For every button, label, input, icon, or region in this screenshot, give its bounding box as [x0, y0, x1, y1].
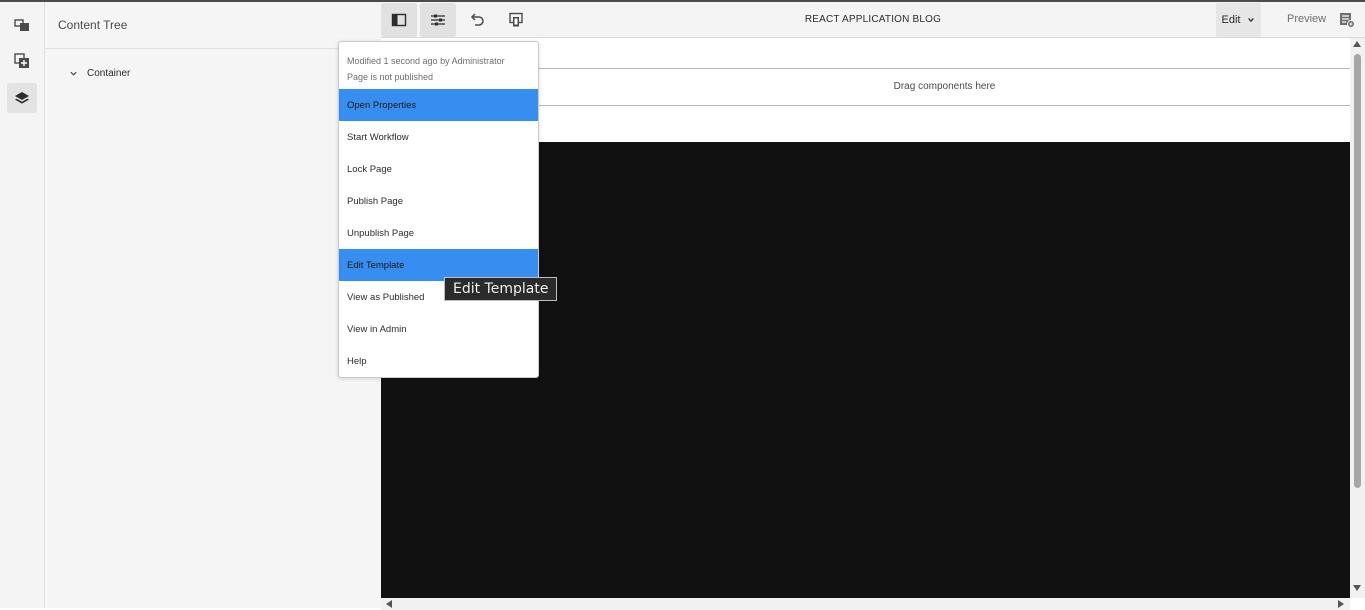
mode-label: Edit — [1221, 14, 1241, 26]
page-properties-icon — [431, 14, 445, 26]
page-information-button[interactable] — [420, 3, 456, 37]
chevron-down-icon — [1248, 17, 1255, 23]
scroll-down-icon[interactable] — [1353, 585, 1361, 591]
horizontal-scrollbar[interactable] — [381, 598, 1350, 610]
undo-button[interactable] — [459, 3, 495, 37]
tree-item-container[interactable]: Container — [69, 68, 130, 79]
menu-item-publish-page[interactable]: Publish Page — [339, 185, 538, 217]
menu-item-open-properties[interactable]: Open Properties — [339, 89, 538, 121]
side-panel-icon — [391, 13, 407, 27]
panel-title: Content Tree — [58, 18, 128, 32]
content-tree-panel: Content Tree Container — [45, 2, 381, 608]
publish-status: Page is not published — [347, 72, 434, 82]
modified-info: Modified 1 second ago by Administrator — [347, 56, 505, 66]
scroll-left-icon[interactable] — [386, 600, 392, 608]
page-meta: Modified 1 second ago by Administrator P… — [347, 53, 505, 85]
menu-item-help[interactable]: Help — [339, 345, 538, 377]
pages-icon — [14, 19, 29, 31]
add-component-icon — [14, 53, 29, 68]
tree-item-label: Container — [87, 68, 131, 79]
content-tree-rail-button[interactable] — [7, 83, 37, 113]
panel-divider — [45, 48, 381, 49]
editor-toolbar: REACT APPLICATION BLOG Edit Preview — [381, 2, 1365, 38]
scroll-right-icon[interactable] — [1338, 600, 1344, 608]
annotations-icon[interactable] — [1339, 12, 1355, 28]
menu-item-view-in-admin[interactable]: View in Admin — [339, 313, 538, 345]
menu-item-start-workflow[interactable]: Start Workflow — [339, 121, 538, 153]
page-information-popover: Modified 1 second ago by Administrator P… — [338, 41, 539, 378]
emulator-icon — [509, 12, 523, 27]
vertical-scroll-thumb[interactable] — [1354, 54, 1361, 488]
left-rail — [0, 2, 45, 608]
toggle-side-panel-button[interactable] — [381, 3, 417, 37]
layers-icon — [15, 92, 29, 104]
mode-selector[interactable]: Edit — [1216, 3, 1261, 37]
vertical-scrollbar[interactable] — [1350, 38, 1365, 598]
scroll-up-icon[interactable] — [1353, 41, 1361, 47]
chevron-down-icon[interactable] — [69, 69, 78, 78]
dropzone-placeholder[interactable]: Drag components here — [539, 81, 1350, 92]
components-rail-button[interactable] — [7, 46, 37, 76]
preview-button[interactable]: Preview — [1287, 13, 1326, 25]
tooltip: Edit Template — [444, 277, 558, 301]
undo-icon — [470, 13, 484, 26]
menu-item-unpublish-page[interactable]: Unpublish Page — [339, 217, 538, 249]
page-tree-rail-button[interactable] — [7, 10, 37, 40]
emulator-button[interactable] — [498, 3, 534, 37]
menu-item-lock-page[interactable]: Lock Page — [339, 153, 538, 185]
